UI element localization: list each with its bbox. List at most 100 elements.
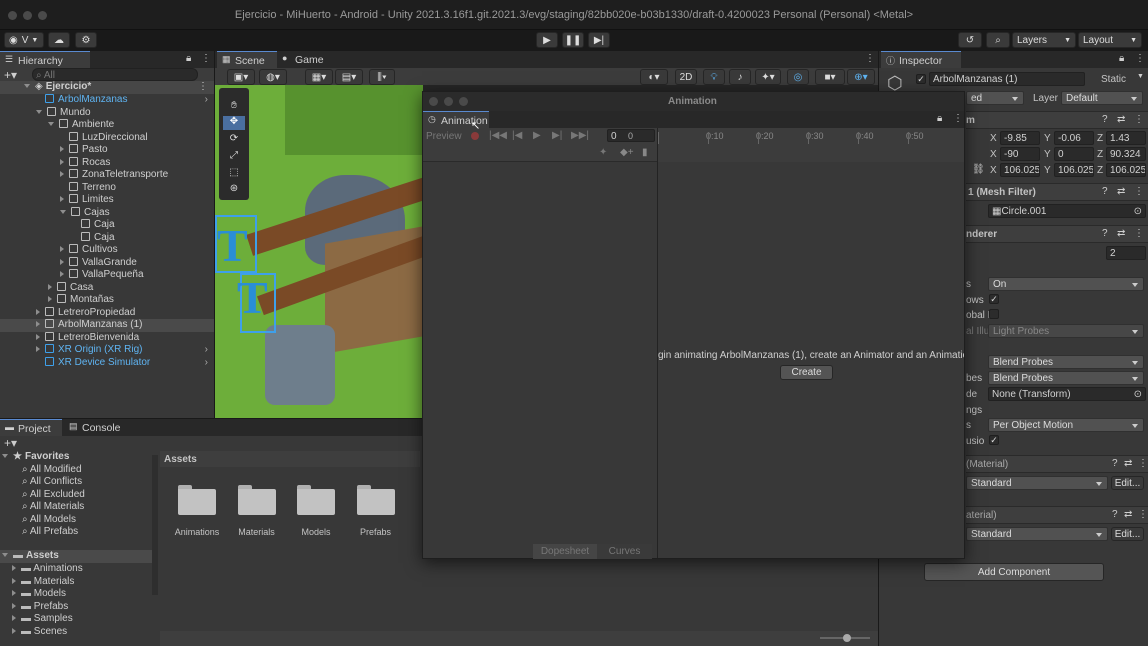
- record-icon[interactable]: [471, 132, 479, 140]
- layer-dropdown[interactable]: Default: [1061, 91, 1143, 105]
- folder-icon[interactable]: [297, 485, 335, 515]
- audio-toggle[interactable]: ♪: [729, 69, 751, 85]
- more-options-icon[interactable]: ⋮: [1134, 228, 1144, 239]
- lock-icon[interactable]: 🔒︎: [186, 53, 191, 64]
- position-z-field[interactable]: 1.43: [1106, 131, 1146, 145]
- transform-tool-icon[interactable]: ⊛: [223, 183, 245, 197]
- dopesheet-tab[interactable]: Dopesheet: [533, 544, 597, 559]
- folder-label[interactable]: Materials: [227, 527, 287, 537]
- play-button[interactable]: ▶: [536, 32, 558, 48]
- help-icon[interactable]: ?: [1102, 114, 1108, 125]
- material2-edit-button[interactable]: Edit...: [1111, 527, 1144, 541]
- first-key-icon[interactable]: |◀◀: [489, 130, 507, 141]
- help-icon[interactable]: ?: [1102, 186, 1108, 197]
- light-probes-dropdown[interactable]: Blend Probes: [988, 355, 1144, 369]
- expand-arrow-icon[interactable]: [36, 346, 40, 352]
- folder-icon[interactable]: [237, 485, 276, 515]
- expand-arrow-icon[interactable]: [12, 615, 16, 621]
- add-icon[interactable]: +▾: [4, 68, 17, 82]
- hierarchy-item[interactable]: LetreroPropiedad: [0, 306, 214, 320]
- transform-header[interactable]: m ? ⇄ ⋮: [966, 111, 1148, 129]
- folder-label[interactable]: Models: [286, 527, 346, 537]
- dynamic-occlusion-checkbox[interactable]: ✓: [989, 435, 999, 445]
- folder-label[interactable]: Animations: [167, 527, 227, 537]
- hierarchy-item[interactable]: Terreno: [0, 181, 214, 195]
- add-keyframe-icon[interactable]: ◆+: [620, 147, 634, 158]
- rotation-y-field[interactable]: 0: [1054, 147, 1094, 161]
- 2d-toggle[interactable]: 2D: [675, 69, 697, 85]
- tab-game[interactable]: ● Game: [277, 51, 337, 68]
- shading-dropdown[interactable]: ◐▾: [640, 69, 668, 85]
- motion-vectors-dropdown[interactable]: Per Object Motion: [988, 418, 1144, 432]
- material2-shader-dropdown[interactable]: Standard: [966, 527, 1108, 541]
- help-icon[interactable]: ?: [1112, 458, 1118, 469]
- step-button[interactable]: ▶|: [588, 32, 610, 48]
- more-options-icon[interactable]: ⋮: [953, 113, 963, 124]
- hierarchy-item[interactable]: Cajas: [0, 206, 214, 220]
- effects-dropdown[interactable]: ✦▾: [755, 69, 781, 85]
- preset-icon[interactable]: ⇄: [1117, 228, 1125, 239]
- prefab-open-icon[interactable]: ›: [205, 344, 208, 355]
- expand-arrow-icon[interactable]: [48, 283, 52, 290]
- asset-folder-item[interactable]: ▬ Models: [0, 588, 66, 601]
- layout-dropdown[interactable]: Layout ▼: [1078, 32, 1142, 48]
- expand-arrow-icon[interactable]: [60, 271, 64, 277]
- materials-size-field[interactable]: 2: [1106, 246, 1146, 260]
- scale-z-field[interactable]: 106.025: [1106, 163, 1146, 177]
- expand-arrow-icon[interactable]: [60, 158, 64, 165]
- asset-folder-item[interactable]: ▬ Samples: [0, 613, 73, 626]
- active-checkbox[interactable]: ✓: [916, 74, 926, 84]
- expand-arrow-icon[interactable]: [60, 146, 64, 152]
- create-button[interactable]: Create: [780, 365, 833, 380]
- hierarchy-item[interactable]: XR Device Simulator ›: [0, 356, 214, 370]
- prefab-open-icon[interactable]: ›: [205, 357, 208, 368]
- more-options-icon[interactable]: ⋮: [1138, 458, 1148, 469]
- material2-header[interactable]: aterial) ? ⇄ ⋮: [966, 506, 1148, 524]
- hierarchy-item[interactable]: VallaPequeña: [0, 269, 214, 282]
- hierarchy-search-input[interactable]: ⌕ All: [32, 68, 198, 81]
- more-options-icon[interactable]: ⋮: [1138, 509, 1148, 520]
- reflection-probes-dropdown[interactable]: Blend Probes: [988, 371, 1144, 385]
- grid-snap-toggle[interactable]: ▦▾: [305, 69, 333, 85]
- timeline-ruler[interactable]: 0 0:10 0:20 0:30 0:40 0:50: [628, 128, 964, 162]
- asset-folder-item[interactable]: ▬ Materials: [0, 576, 74, 589]
- close-window-button[interactable]: [429, 97, 438, 106]
- rect-tool-icon[interactable]: ⬚: [223, 167, 245, 181]
- expand-arrow-icon[interactable]: [36, 308, 40, 315]
- tree-scrollbar[interactable]: [152, 455, 158, 595]
- more-options-icon[interactable]: ⋮: [1134, 114, 1144, 125]
- create-asset-icon[interactable]: +▾: [4, 436, 17, 450]
- object-name-field[interactable]: ArbolManzanas (1): [929, 72, 1085, 86]
- expand-arrow-icon[interactable]: [12, 577, 16, 584]
- expand-arrow-icon[interactable]: [48, 122, 54, 126]
- hierarchy-item[interactable]: Casa: [0, 281, 214, 295]
- hierarchy-item[interactable]: Pasto: [0, 144, 214, 157]
- zoom-slider-thumb[interactable]: [843, 634, 851, 642]
- rotate-tool-icon[interactable]: ⟳: [223, 133, 245, 147]
- material1-edit-button[interactable]: Edit...: [1111, 476, 1144, 490]
- account-dropdown[interactable]: ◉ V ▼: [4, 32, 44, 48]
- hierarchy-item[interactable]: ZonaTeletransporte: [0, 169, 214, 182]
- expand-arrow-icon[interactable]: [12, 565, 16, 571]
- expand-arrow-icon[interactable]: [36, 109, 42, 114]
- more-options-icon[interactable]: ⋮: [198, 81, 208, 92]
- receive-shadows-checkbox[interactable]: ✓: [989, 294, 999, 304]
- hierarchy-item[interactable]: LetreroBienvenida: [0, 331, 214, 345]
- zoom-window-button[interactable]: [459, 97, 468, 106]
- draw-mode-dropdown[interactable]: ▣▾: [227, 69, 255, 85]
- search-icon[interactable]: ⌕: [986, 32, 1010, 48]
- prefab-open-icon[interactable]: ›: [205, 94, 208, 105]
- pause-button[interactable]: ❚❚: [562, 32, 584, 48]
- expand-arrow-icon[interactable]: [60, 246, 64, 252]
- rotation-z-field[interactable]: 90.324: [1106, 147, 1146, 161]
- hierarchy-item[interactable]: Limites: [0, 194, 214, 207]
- favorite-item[interactable]: ⌕ All Excluded: [0, 489, 85, 502]
- more-options-icon[interactable]: ⋮: [1135, 53, 1145, 64]
- scale-tool-icon[interactable]: ⤢: [223, 150, 245, 164]
- preset-icon[interactable]: ⇄: [1117, 186, 1125, 197]
- history-icon[interactable]: ↺: [958, 32, 982, 48]
- minimize-window-button[interactable]: [444, 97, 453, 106]
- lock-icon[interactable]: 🔒︎: [937, 113, 942, 124]
- favorite-item[interactable]: ⌕ All Conflicts: [0, 476, 82, 489]
- mesh-renderer-header[interactable]: nderer ? ⇄ ⋮: [966, 225, 1148, 243]
